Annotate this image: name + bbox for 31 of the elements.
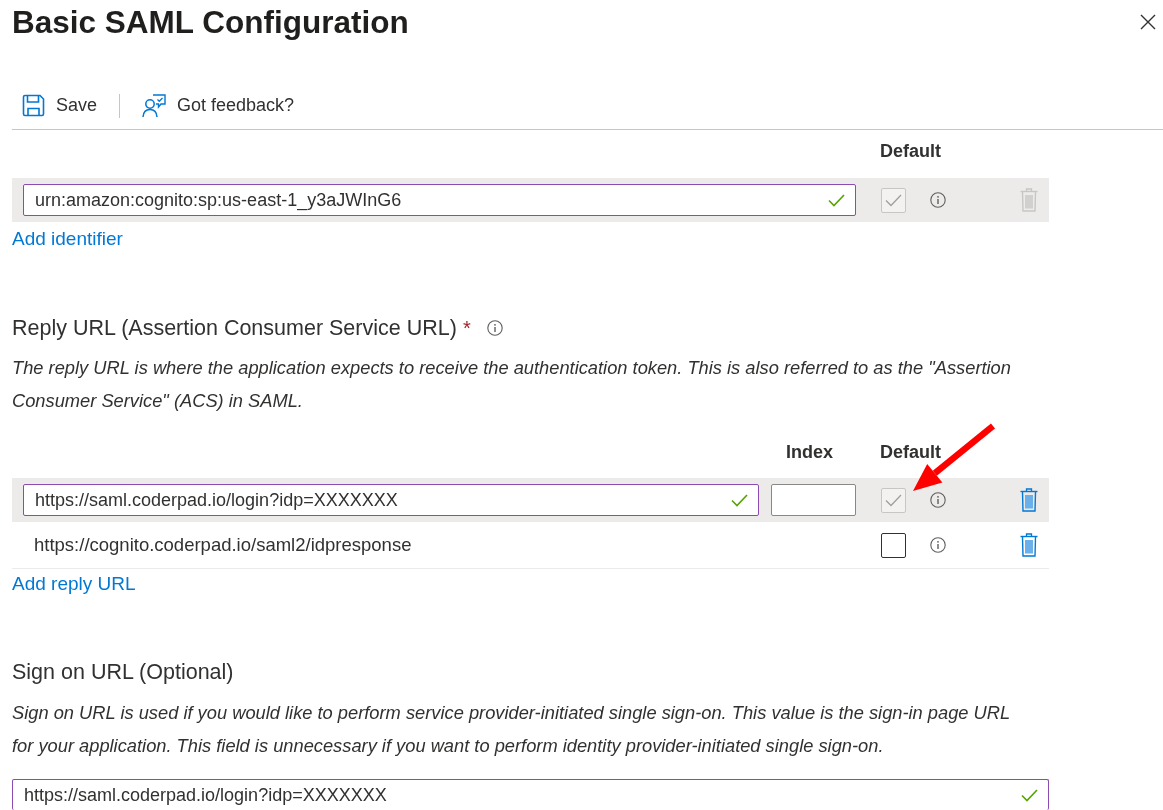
add-link[interactable]: Add identifier [12,228,123,250]
index-field[interactable] [771,484,856,516]
url-field[interactable]: urn:amazon:cognito:sp:us-east-1_y3aJWInG6 [23,184,856,216]
info-icon[interactable] [930,492,946,508]
trash-icon[interactable] [1020,488,1038,512]
feedback-button[interactable]: Got feedback? [142,93,295,118]
default-checkbox[interactable] [881,532,906,558]
add-link[interactable]: Add reply URL [12,573,136,595]
field-description: Sign on URL is used if you would like to perform service provider-initiated single sign-on. This value is the sign-in page URL for your application. This field is unnecessary if you want to perform identity provider-initiated single sign-on. [12,700,1011,758]
selected-row[interactable]: urn:amazon:cognito:sp:us-east-1_y3aJWInG6 [12,178,1049,222]
column-header: Default [880,140,941,163]
url-field[interactable]: https://saml.coderpad.io/login?idp=XXXXXXX [23,484,759,516]
info-icon[interactable] [486,320,503,336]
tick-icon [885,193,902,207]
column-header: Default [880,441,941,464]
close-icon[interactable] [1140,14,1156,30]
column-header: Index [785,441,834,464]
field-label: Sign on URL (Optional) [12,659,234,685]
trash-icon[interactable] [1020,533,1038,557]
url-field[interactable]: https://saml.coderpad.io/login?idp=XXXXXXX [12,779,1049,810]
selected-row[interactable]: https://saml.coderpad.io/login?idp=XXXXXXX [12,478,1049,522]
info-icon[interactable] [930,537,946,553]
person-speech-bubble-icon [142,93,167,118]
dialog-title: Basic SAML Configuration [12,3,409,42]
field-description: The reply URL is where the application expects to receive the authentication token. This is also referred to as the "Assertion Consumer Service" (ACS) in SAML. [12,355,1012,413]
info-icon[interactable] [930,192,946,208]
required-mark: * [462,316,471,341]
url-text: https://cognito.coderpad.io/saml2/idpresponse [33,534,413,556]
save-button[interactable]: Save [22,94,98,117]
field-label: Reply URL (Assertion Consumer Service URL) [12,315,457,341]
tick-icon [885,493,902,507]
